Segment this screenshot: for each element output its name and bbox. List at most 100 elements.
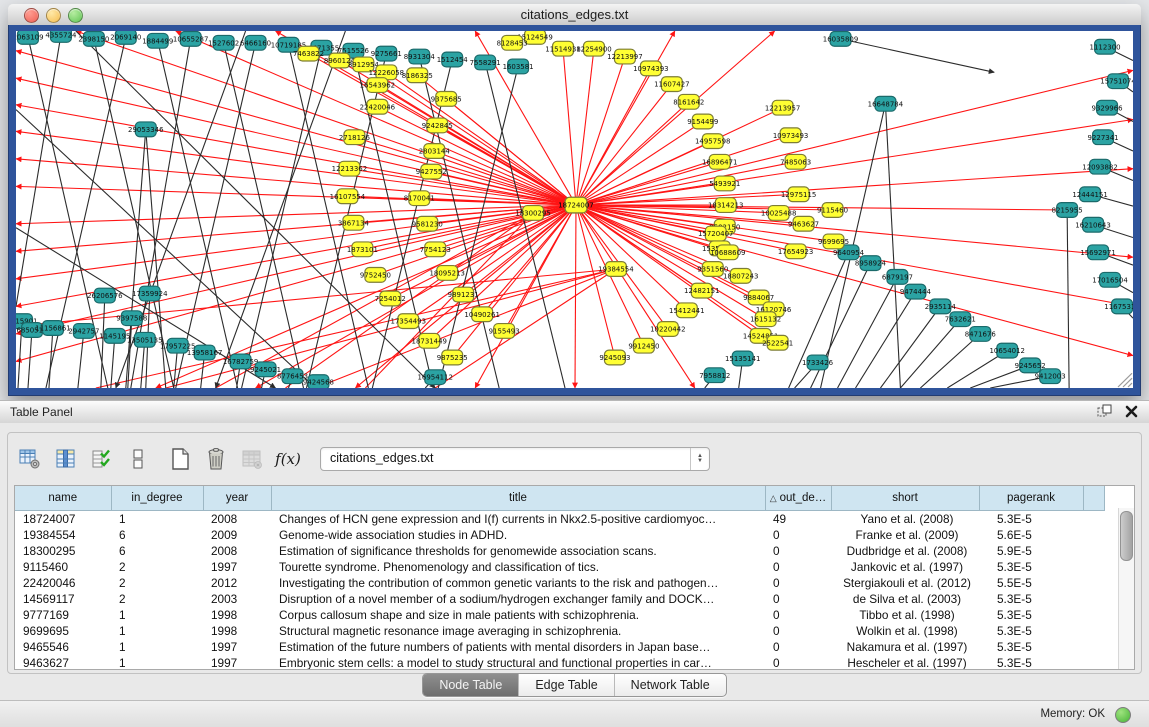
network-node[interactable]: 4355724: [45, 31, 77, 42]
network-node[interactable]: 8471676: [965, 327, 996, 342]
network-node[interactable]: 8215955: [1052, 203, 1083, 218]
table-cell[interactable]: 1: [111, 639, 203, 655]
network-node[interactable]: 9375685: [431, 91, 462, 106]
table-cell[interactable]: Tourette syndrome. Phenomenology and cla…: [271, 559, 765, 575]
table-cell[interactable]: Stergiakouli et al. (2012): [831, 575, 979, 591]
network-canvas[interactable]: 2063109435572423981502069140188449910655…: [16, 31, 1133, 388]
table-row[interactable]: 969969511998Structural magnetic resonanc…: [15, 623, 1104, 639]
table-cell[interactable]: 0: [765, 639, 831, 655]
table-cell[interactable]: 1: [111, 511, 203, 528]
table-cell[interactable]: 2: [111, 575, 203, 591]
table-cell[interactable]: Estimation of the future numbers of pati…: [271, 639, 765, 655]
table-cell[interactable]: 0: [765, 607, 831, 623]
network-node[interactable]: 18731449: [412, 333, 447, 348]
table-cell[interactable]: Wolkin et al. (1998): [831, 623, 979, 639]
network-node[interactable]: 8958924: [855, 256, 887, 271]
network-node[interactable]: 9752450: [360, 268, 391, 283]
table-cell[interactable]: 5.5E-5: [979, 575, 1083, 591]
network-node[interactable]: 10974393: [633, 61, 668, 76]
network-node[interactable]: 7485063: [780, 154, 811, 169]
network-node[interactable]: 15135141: [725, 351, 760, 366]
network-node[interactable]: 2935114: [925, 299, 957, 314]
network-node[interactable]: 16107554: [330, 189, 366, 204]
network-node[interactable]: 1603581: [503, 59, 534, 74]
table-cell[interactable]: 1998: [203, 607, 271, 623]
table-mode-icon[interactable]: [18, 446, 42, 472]
table-cell[interactable]: 9463627: [15, 655, 111, 670]
row-stack-icon[interactable]: [126, 446, 150, 472]
table-cell[interactable]: Embryonic stem cells: a model to study s…: [271, 655, 765, 670]
network-node[interactable]: 12444151: [1072, 187, 1107, 202]
table-cell[interactable]: 5.3E-5: [979, 623, 1083, 639]
table-cell[interactable]: Structural magnetic resonance image aver…: [271, 623, 765, 639]
network-node[interactable]: 11675313: [1104, 299, 1133, 314]
tab-node-table[interactable]: Node Table: [423, 674, 518, 696]
network-node[interactable]: 18095213: [429, 266, 464, 281]
network-node[interactable]: 2063109: [16, 31, 44, 44]
table-cell[interactable]: Disruption of a novel member of a sodium…: [271, 591, 765, 607]
table-cell[interactable]: Changes of HCN gene expression and I(f) …: [271, 511, 765, 528]
table-cell[interactable]: Corpus callosum shape and size in male p…: [271, 607, 765, 623]
table-cell[interactable]: 2: [111, 559, 203, 575]
table-select-dropdown[interactable]: citations_edges.txt ▲▼: [320, 447, 710, 471]
table-cell[interactable]: 2003: [203, 591, 271, 607]
network-node[interactable]: 7754123: [420, 242, 451, 257]
table-cell[interactable]: 6: [111, 543, 203, 559]
table-cell[interactable]: 1: [111, 655, 203, 670]
network-node[interactable]: 2069140: [110, 31, 141, 44]
column-header-short[interactable]: short: [831, 486, 979, 511]
network-node[interactable]: 10220442: [650, 322, 685, 337]
network-node[interactable]: 11607427: [654, 77, 689, 92]
table-vertical-scrollbar[interactable]: [1118, 508, 1134, 669]
column-header-in_degree[interactable]: in_degree: [111, 486, 203, 511]
table-cell[interactable]: 22420046: [15, 575, 111, 591]
table-cell[interactable]: 0: [765, 591, 831, 607]
table-cell[interactable]: 1997: [203, 655, 271, 670]
table-row[interactable]: 1872400712008Changes of HCN gene express…: [15, 511, 1104, 528]
network-node[interactable]: 12975115: [781, 187, 816, 202]
scrollbar-thumb[interactable]: [1120, 511, 1133, 561]
network-node[interactable]: 3867134: [338, 215, 370, 230]
table-cell[interactable]: Estimation of significance thresholds fo…: [271, 543, 765, 559]
network-node[interactable]: 9463627: [788, 216, 819, 231]
table-cell[interactable]: 0: [765, 623, 831, 639]
table-row[interactable]: 1830029562008Estimation of significance …: [15, 543, 1104, 559]
table-cell[interactable]: 5.3E-5: [979, 607, 1083, 623]
table-row[interactable]: 946362711997Embryonic stem cells: a mode…: [15, 655, 1104, 670]
table-cell[interactable]: 0: [765, 543, 831, 559]
table-cell[interactable]: 18300295: [15, 543, 111, 559]
table-cell[interactable]: 1997: [203, 639, 271, 655]
table-cell[interactable]: de Silva et al. (2003): [831, 591, 979, 607]
table-cell[interactable]: 2009: [203, 527, 271, 543]
table-cell[interactable]: 0: [765, 527, 831, 543]
network-node[interactable]: 16648784: [868, 96, 904, 111]
tab-network-table[interactable]: Network Table: [614, 674, 726, 696]
network-node[interactable]: 16035809: [823, 31, 858, 46]
table-cell[interactable]: 9777169: [15, 607, 111, 623]
select-columns-icon[interactable]: [54, 446, 78, 472]
table-cell[interactable]: 5.3E-5: [979, 511, 1083, 528]
network-node[interactable]: 2942757: [68, 324, 99, 339]
network-node[interactable]: 1512454: [437, 52, 469, 67]
network-node[interactable]: 9245093: [599, 350, 630, 365]
table-cell[interactable]: 14569117: [15, 591, 111, 607]
table-cell[interactable]: 1: [111, 607, 203, 623]
delete-icon[interactable]: [204, 446, 228, 472]
table-cell[interactable]: 2012: [203, 575, 271, 591]
network-node[interactable]: 9474444: [900, 284, 932, 299]
network-node[interactable]: 9115460: [817, 203, 848, 218]
network-node[interactable]: 16954112: [418, 370, 453, 385]
network-node[interactable]: 10654012: [989, 343, 1024, 358]
table-row[interactable]: 1456911722003Disruption of a novel membe…: [15, 591, 1104, 607]
network-node[interactable]: 1733426: [802, 355, 833, 370]
table-cell[interactable]: 9699695: [15, 623, 111, 639]
network-node[interactable]: 1873101: [347, 242, 378, 257]
table-cell[interactable]: Tibbo et al. (1998): [831, 607, 979, 623]
table-cell[interactable]: Franke et al. (2009): [831, 527, 979, 543]
table-cell[interactable]: 5.6E-5: [979, 527, 1083, 543]
close-panel-icon[interactable]: [1124, 404, 1139, 419]
tab-edge-table[interactable]: Edge Table: [518, 674, 613, 696]
network-node[interactable]: 29053346: [128, 122, 163, 137]
canvas-resize-grip[interactable]: [1118, 373, 1132, 387]
network-node[interactable]: 16210643: [1075, 217, 1110, 232]
